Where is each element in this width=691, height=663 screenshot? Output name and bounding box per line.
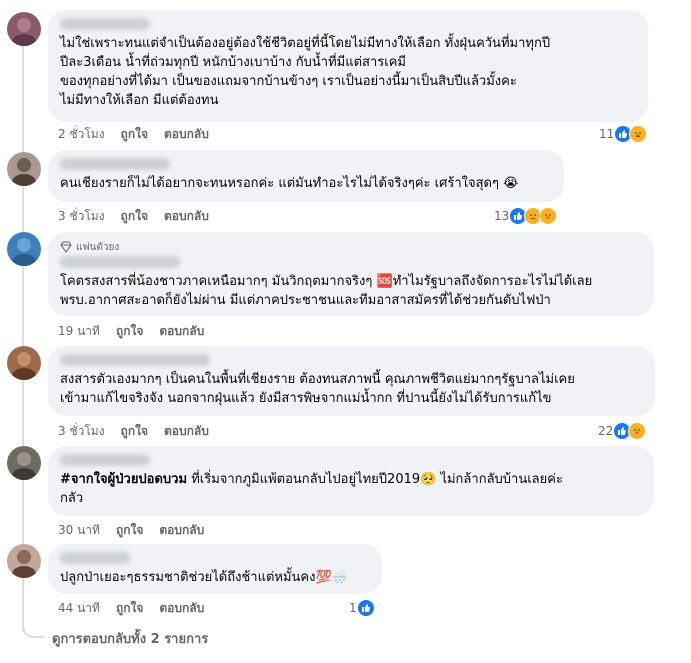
comment-meta: 2 ชั่วโมง ถูกใจ ตอบกลับ: [58, 126, 209, 142]
diamond-icon: [60, 241, 72, 253]
comment-text: สงสารตัวเองมากๆ เป็นคนในพื้นที่เชียงราย …: [60, 372, 575, 406]
comment-bubble: คนเชียงรายก็ไม่ได้อยากจะทนหรอกค่ะ แต่มัน…: [48, 150, 564, 202]
reaction-summary[interactable]: 11: [599, 124, 648, 144]
comment-bubble: ไม่ใช่เพราะทนแต่จำเป็นต้องอยู่ต้องใช้ชีว…: [48, 10, 648, 122]
comment-text: คนเชียงรายก็ไม่ได้อยากจะทนหรอกค่ะ แต่มัน…: [60, 176, 519, 191]
avatar[interactable]: [7, 12, 41, 46]
timestamp[interactable]: 19 นาที: [58, 322, 100, 341]
comment-bubble: ปลูกป่าเยอะๆธรรมชาติช่วยได้ถึงช้าแต่หมั้…: [48, 544, 382, 594]
author-name[interactable]: [60, 256, 180, 268]
reply-thread-line: [22, 20, 24, 632]
reaction-summary[interactable]: 22: [598, 421, 647, 441]
author-name[interactable]: [60, 158, 170, 170]
comment-meta: 30 นาที ถูกใจ ตอบกลับ: [58, 522, 204, 538]
timestamp[interactable]: 30 นาที: [58, 521, 100, 540]
care-reaction-icon: [539, 207, 558, 225]
reaction-summary[interactable]: 13: [494, 206, 558, 226]
avatar[interactable]: [7, 544, 41, 578]
comment-text: ไม่ใช่เพราะทนแต่จำเป็นต้องอยู่ต้องใช้ชีว…: [60, 36, 551, 108]
reaction-count: 13: [494, 209, 510, 223]
comment-bubble: แฟนตัวยง โคตรสงสารพี่น้องชาวภาคเหนือมากๆ…: [48, 232, 654, 316]
like-button[interactable]: ถูกใจ: [121, 125, 148, 144]
author-name[interactable]: [60, 354, 210, 366]
reply-button[interactable]: ตอบกลับ: [159, 322, 204, 341]
see-all-replies-link[interactable]: ดูการตอบกลับทั้ง 2 รายการ: [52, 628, 208, 649]
see-all-replies-label: ดูการตอบกลับทั้ง 2 รายการ: [52, 632, 209, 647]
like-reaction-icon: [356, 599, 375, 617]
comment-bubble: สงสารตัวเองมากๆ เป็นคนในพื้นที่เชียงราย …: [48, 346, 655, 416]
reply-button[interactable]: ตอบกลับ: [159, 599, 204, 618]
avatar[interactable]: [7, 232, 41, 266]
comment-meta: 3 ชั่วโมง ถูกใจ ตอบกลับ: [58, 423, 209, 439]
like-button[interactable]: ถูกใจ: [121, 422, 148, 441]
care-reaction-icon: [628, 422, 647, 440]
reply-button[interactable]: ตอบกลับ: [164, 422, 209, 441]
like-button[interactable]: ถูกใจ: [116, 322, 143, 341]
hashtag-link[interactable]: #จากใจผู้ป่วยปอดบวม: [60, 472, 187, 487]
reply-button[interactable]: ตอบกลับ: [164, 125, 209, 144]
like-button[interactable]: ถูกใจ: [121, 207, 148, 226]
timestamp[interactable]: 3 ชั่วโมง: [58, 207, 105, 226]
reaction-summary[interactable]: 1: [349, 598, 375, 618]
author-name[interactable]: [60, 552, 130, 564]
comment-text: #จากใจผู้ป่วยปอดบวม ที่เริ่มจากภูมิแพ้ตอ…: [60, 472, 563, 506]
timestamp[interactable]: 44 นาที: [58, 599, 100, 618]
top-fan-badge: แฟนตัวยง: [60, 240, 642, 254]
reply-button[interactable]: ตอบกลับ: [164, 207, 209, 226]
like-button[interactable]: ถูกใจ: [116, 599, 143, 618]
comment-meta: 44 นาที ถูกใจ ตอบกลับ: [58, 600, 204, 616]
avatar[interactable]: [7, 346, 41, 380]
care-reaction-icon: [629, 125, 648, 143]
comment-text: ปลูกป่าเยอะๆธรรมชาติช่วยได้ถึงช้าแต่หมั้…: [60, 570, 348, 585]
comment-text: โคตรสงสารพี่น้องชาวภาคเหนือมากๆ มันวิกฤต…: [60, 274, 593, 308]
author-name[interactable]: [60, 454, 150, 466]
like-button[interactable]: ถูกใจ: [116, 521, 143, 540]
reaction-count: 22: [598, 424, 614, 438]
comment-bubble: #จากใจผู้ป่วยปอดบวม ที่เริ่มจากภูมิแพ้ตอ…: [48, 446, 654, 516]
timestamp[interactable]: 2 ชั่วโมง: [58, 125, 105, 144]
badge-label: แฟนตัวยง: [76, 241, 120, 253]
reaction-count: 11: [599, 127, 615, 141]
avatar[interactable]: [7, 446, 41, 480]
reply-thread-curve: [22, 618, 44, 638]
comment-meta: 19 นาที ถูกใจ ตอบกลับ: [58, 323, 204, 339]
timestamp[interactable]: 3 ชั่วโมง: [58, 422, 105, 441]
reply-button[interactable]: ตอบกลับ: [159, 521, 204, 540]
avatar[interactable]: [7, 152, 41, 186]
reaction-count: 1: [349, 601, 357, 615]
author-name[interactable]: [60, 18, 150, 30]
comment-meta: 3 ชั่วโมง ถูกใจ ตอบกลับ: [58, 208, 209, 224]
